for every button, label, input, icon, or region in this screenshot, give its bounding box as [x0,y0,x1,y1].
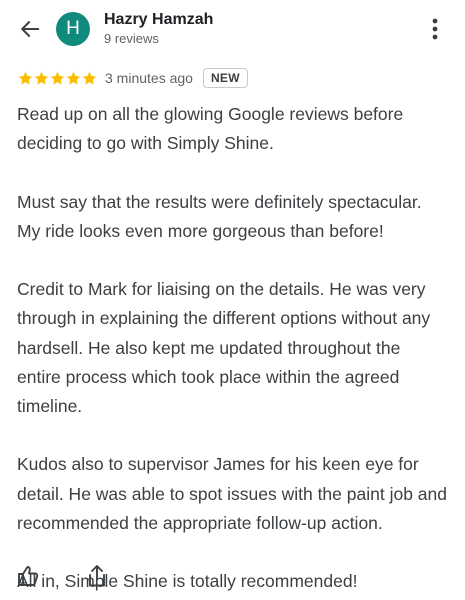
review-paragraph: Kudos also to supervisor James for his k… [17,454,447,533]
star-icon [34,71,49,84]
review-time: 3 minutes ago [105,70,193,86]
arrow-left-icon [21,21,40,37]
new-badge: NEW [202,68,248,88]
back-button[interactable] [13,12,47,46]
review-text: Read up on all the glowing Google review… [17,100,447,596]
review-paragraph: All in, Simple Shine is totally recommen… [17,571,358,592]
review-count: 9 reviews [104,31,159,46]
review-meta-row: 3 minutes ago NEW [18,68,248,88]
star-icon [50,71,65,84]
star-rating [18,71,97,86]
star-icon [66,71,81,84]
share-icon [89,565,105,587]
more-options-button[interactable] [424,14,446,44]
review-paragraph: Credit to Mark for liaising on the detai… [17,279,431,416]
more-vertical-icon [432,18,438,40]
review-detail-page: H Hazry Hamzah 9 reviews 3 minutes ago N… [0,0,465,600]
star-icon [82,71,97,84]
avatar[interactable]: H [56,12,90,46]
author-name[interactable]: Hazry Hamzah [104,11,213,29]
share-button[interactable] [84,563,110,589]
thumbs-up-icon [18,566,39,586]
avatar-letter: H [66,18,80,39]
review-paragraph: Read up on all the glowing Google review… [17,104,404,154]
star-icon [18,71,33,84]
like-button[interactable] [15,563,41,589]
review-paragraph: Must say that the results were definitel… [17,191,422,241]
